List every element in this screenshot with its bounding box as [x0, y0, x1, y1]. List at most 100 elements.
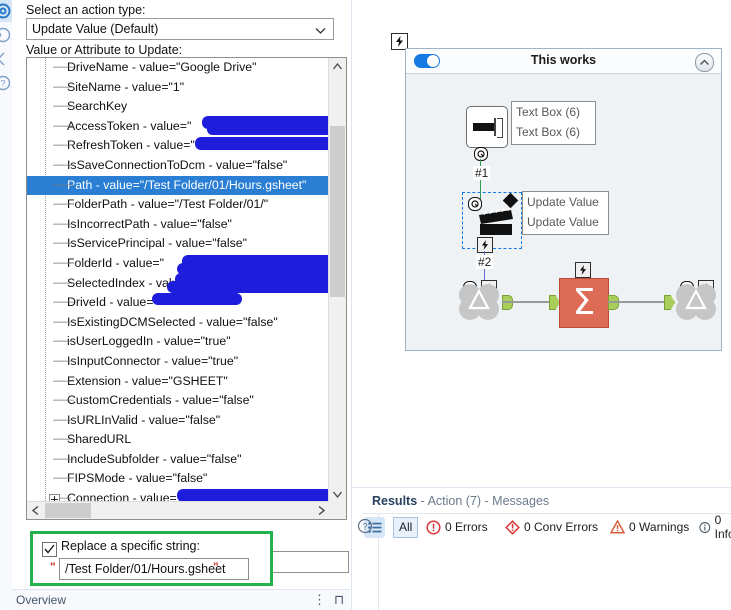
tree-item[interactable]: ―― IsInputConnector - value="true": [27, 352, 330, 372]
tree-item[interactable]: ―― SearchKey: [27, 97, 330, 117]
clapperboard-icon: [479, 206, 513, 235]
action-type-selected-value: Update Value (Default): [32, 22, 159, 36]
tree-item[interactable]: ―― FIPSMode - value="false": [27, 469, 330, 489]
help-icon[interactable]: ?: [0, 74, 12, 92]
help-circle-icon[interactable]: ?: [357, 518, 373, 534]
workflow-canvas[interactable]: This works Text Box (6) Text Box (6) #1: [351, 0, 731, 487]
redaction-stroke: [207, 123, 330, 135]
replace-string-input[interactable]: /Test Folder/01/Hours.gsheet: [59, 558, 249, 580]
filter-conv-errors[interactable]: 0 Conv Errors: [505, 518, 598, 536]
action-type-label: Select an action type:: [26, 3, 146, 17]
tree-item[interactable]: ―― IsSaveConnectionToDcm - value="false": [27, 156, 330, 176]
replace-specific-string-section: Replace a specific string: " /Test Folde…: [30, 531, 273, 586]
tree-leaf-connector-icon: ――: [53, 217, 74, 230]
tree-item[interactable]: ―― FolderPath - value="/Test Folder/01/": [27, 195, 330, 215]
svg-text:?: ?: [0, 79, 5, 89]
tree-item-label: IncludeSubfolder - value="false": [67, 451, 242, 466]
tree-item-label: IsSaveConnectionToDcm - value="false": [67, 157, 288, 172]
tree-leaf-connector-icon: ――: [53, 452, 74, 465]
pin-icon[interactable]: ⊓: [334, 592, 344, 608]
overview-label: Overview: [16, 593, 67, 607]
replace-string-input-overflow[interactable]: [273, 551, 349, 573]
scrollbar-corner: [329, 502, 346, 519]
results-title-group: Results - Action (7) - Messages: [372, 494, 549, 508]
tree-leaf-connector-icon: ――: [53, 198, 74, 211]
tree-leaf-connector-icon: ――: [53, 276, 74, 289]
pencil-icon[interactable]: [0, 50, 12, 68]
annotation-marker-icon[interactable]: [474, 147, 488, 161]
tree-item-label: FIPSMode - value="false": [67, 471, 208, 486]
tree-item-label: IsExistingDCMSelected - value="false": [67, 314, 278, 329]
google-drive-icon-input[interactable]: [456, 281, 502, 323]
tree-leaf-connector-icon: ――: [53, 394, 74, 407]
action-type-dropdown[interactable]: Update Value (Default): [26, 18, 334, 40]
scroll-up-arrow-icon[interactable]: [329, 58, 346, 75]
tree-leaf-connector-icon: ――: [53, 158, 74, 171]
tree-leaf-connector-icon: ――: [53, 100, 74, 113]
action-config-panel: Select an action type: Update Value (Def…: [12, 0, 350, 588]
sigma-icon: Σ: [572, 282, 596, 323]
chevron-down-icon: [315, 25, 326, 36]
tree-item-label: CustomCredentials - value="false": [67, 393, 254, 408]
tree-item[interactable]: ―― isUserLoggedIn - value="true": [27, 332, 330, 352]
tree-item[interactable]: ―― IsURLInValid - value="false": [27, 411, 330, 431]
tree-item-label: IsURLInValid - value="false": [67, 412, 221, 427]
tree-item-label: IsIncorrectPath - value="false": [67, 216, 232, 231]
filter-info[interactable]: 0 Info: [699, 513, 731, 541]
scrollbar-thumb[interactable]: [330, 126, 345, 297]
gear-icon[interactable]: [0, 2, 12, 20]
tree-horizontal-scrollbar[interactable]: [27, 501, 330, 519]
tree-item-label: RefreshToken - value=": [67, 138, 195, 153]
open-quote-marker: ": [50, 560, 56, 574]
tree-leaf-connector-icon: ――: [53, 178, 74, 191]
tree-item[interactable]: ―― SharedURL: [27, 430, 330, 450]
annotation-marker-icon-2[interactable]: [468, 197, 482, 211]
tree-item[interactable]: ―― IsExistingDCMSelected - value="false": [27, 313, 330, 333]
filter-errors-label: 0 Errors: [445, 520, 488, 534]
kebab-menu-icon[interactable]: ⋮: [313, 592, 326, 608]
filter-errors[interactable]: 0 Errors: [426, 518, 488, 536]
svg-text:?: ?: [362, 522, 367, 532]
connection-label-2: #2: [476, 255, 494, 269]
tree-leaf-connector-icon: ――: [53, 139, 74, 152]
tree-leaf-connector-icon: ――: [53, 374, 74, 387]
filter-warnings[interactable]: 0 Warnings: [610, 518, 689, 536]
tree-item-label: Extension - value="GSHEET": [67, 373, 228, 388]
replace-string-checkbox[interactable]: [42, 542, 57, 557]
lightning-bolt-icon-2[interactable]: [477, 237, 493, 253]
tree-item[interactable]: ―― Path - value="/Test Folder/01/Hours.gs…: [27, 175, 330, 196]
tree-item-label: DriveId - value=": [67, 295, 158, 310]
tree-item[interactable]: ―― IsIncorrectPath - value="false": [27, 215, 330, 235]
tree-item-label: AccessToken - value=": [67, 118, 192, 133]
filter-all-button[interactable]: All: [393, 517, 419, 538]
google-drive-icon-output[interactable]: [673, 281, 719, 323]
node-summarize[interactable]: Σ: [559, 278, 609, 328]
filter-conv-errors-label: 0 Conv Errors: [524, 520, 599, 534]
node-update-value-label: Update Value Update Value: [522, 191, 609, 235]
connection-label-1: #1: [473, 166, 491, 180]
scroll-down-arrow-icon[interactable]: [329, 486, 346, 503]
tree-item[interactable]: ―― DriveName - value="Google Drive": [27, 58, 330, 78]
tree-vertical-scrollbar[interactable]: [328, 58, 346, 503]
scroll-right-arrow-icon[interactable]: [313, 502, 330, 519]
tree-leaf-connector-icon: ――: [53, 413, 74, 426]
tree-item[interactable]: ―― IncludeSubfolder - value="false": [27, 450, 330, 470]
scrollbar-thumb-horizontal[interactable]: [45, 503, 91, 518]
node-text-box-icon[interactable]: [466, 106, 508, 148]
wrench-icon[interactable]: [0, 26, 12, 44]
node-update-value-label-line1: Update Value: [527, 195, 599, 209]
attribute-tree[interactable]: ―― DriveName - value="Google Drive" ―― Site…: [26, 57, 347, 520]
tree-item[interactable]: ―― CustomCredentials - value="false": [27, 391, 330, 411]
tree-item[interactable]: ―― IsServicePrincipal - value="false": [27, 234, 330, 254]
tool-container[interactable]: This works Text Box (6) Text Box (6) #1: [405, 48, 722, 351]
scroll-left-arrow-icon[interactable]: [27, 502, 44, 519]
tree-item[interactable]: ―― Extension - value="GSHEET": [27, 372, 330, 392]
lightning-bolt-icon-4[interactable]: [575, 262, 591, 278]
collapse-chevron-icon[interactable]: [695, 53, 714, 72]
node-text-box-label-line2: Text Box (6): [516, 125, 581, 139]
error-icon: [426, 519, 441, 535]
results-pane: Results - Action (7) - Messages All 0 Er…: [351, 487, 731, 610]
tree-item[interactable]: ―― SiteName - value="1": [27, 78, 330, 98]
connection-line-b: [608, 301, 672, 303]
redaction-stroke: [195, 137, 330, 151]
